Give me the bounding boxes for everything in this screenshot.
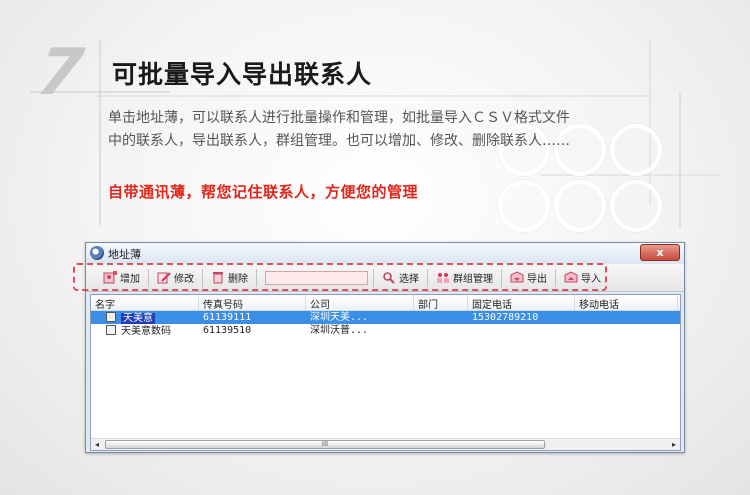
close-button[interactable]: x [640, 244, 680, 261]
decorative-ring [554, 180, 606, 232]
column-header[interactable]: 传真号码 [199, 295, 306, 310]
dept-cell [414, 324, 468, 337]
name-cell: 天美意数码 [91, 324, 199, 337]
contact-list[interactable]: 名字 传真号码 公司 部门 固定电话 移动电话 天美意 61139111 深圳天… [90, 294, 681, 451]
toolbar-separator [148, 268, 149, 287]
add-contact-icon [103, 271, 117, 284]
scroll-left-arrow[interactable]: ◂ [91, 439, 103, 451]
group-manage-label: 群组管理 [453, 274, 493, 285]
export-label: 导出 [527, 274, 547, 285]
contact-name: 天美意 [121, 313, 155, 324]
trash-icon [213, 272, 223, 284]
import-label: 导入 [581, 274, 601, 285]
scroll-thumb[interactable]: III [105, 440, 545, 449]
group-icon [437, 273, 449, 283]
toolbar-separator [501, 268, 502, 287]
horizontal-scrollbar[interactable]: ◂ III ▸ [91, 438, 680, 450]
window-title: 地址薄 [108, 248, 141, 261]
slogan: 自带通讯薄，帮您记住联系人，方便您的管理 [108, 183, 419, 201]
column-header[interactable]: 移动电话 [575, 295, 678, 310]
phone-cell [468, 324, 575, 337]
toolbar-separator [256, 268, 257, 287]
table-row[interactable]: 天美意 61139111 深圳天美... 15302789210 [91, 311, 680, 324]
address-book-window: 地址薄 x 增加 修改 删除 选择 群组管理 导出 导入 名字 传真号码 公司 … [85, 242, 685, 453]
fax-cell: 61139111 [203, 312, 252, 323]
decorative-ring [498, 180, 550, 232]
window-titlebar[interactable]: 地址薄 x [86, 243, 684, 263]
add-button[interactable]: 增加 [100, 267, 143, 289]
company-cell: 深圳天美... [310, 312, 369, 323]
contact-card-icon [106, 325, 116, 335]
feature-description: 单击地址薄，可以联系人进行批量操作和管理，如批量导入ＣＳＶ格式文件 中的联系人，… [108, 107, 668, 153]
toolbar-separator [202, 268, 203, 287]
table-row[interactable]: 天美意数码 61139510 深圳沃普... [91, 324, 680, 337]
export-button[interactable]: 导出 [507, 267, 550, 289]
select-label: 选择 [399, 274, 419, 285]
toolbar-separator [373, 268, 374, 287]
toolbar: 增加 修改 删除 选择 群组管理 导出 导入 [86, 264, 684, 292]
company-cell: 深圳沃普... [310, 325, 369, 336]
column-header[interactable]: 公司 [306, 295, 414, 310]
name-cell: 天美意 [91, 311, 199, 324]
edit-icon [157, 272, 171, 284]
toolbar-separator [427, 268, 428, 287]
column-header-row: 名字 传真号码 公司 部门 固定电话 移动电话 [91, 295, 680, 311]
description-line: 单击地址薄，可以联系人进行批量操作和管理，如批量导入ＣＳＶ格式文件 [108, 110, 570, 126]
fax-cell: 61139510 [203, 325, 252, 336]
column-header[interactable]: 名字 [91, 295, 199, 310]
decorative-ring [610, 180, 662, 232]
scroll-right-arrow[interactable]: ▸ [668, 439, 680, 451]
edit-button[interactable]: 修改 [154, 267, 197, 289]
add-label: 增加 [120, 274, 140, 285]
edit-label: 修改 [174, 274, 194, 285]
feature-title: 可批量导入导出联系人 [112, 60, 373, 89]
contact-card-icon [106, 312, 116, 322]
import-icon [564, 271, 578, 283]
select-button[interactable]: 选择 [379, 267, 422, 289]
description-line: 中的联系人，导出联系人，群组管理。也可以增加、修改、删除联系人…… [108, 133, 570, 149]
delete-button[interactable]: 删除 [208, 267, 251, 289]
delete-label: 删除 [228, 274, 248, 285]
phone-cell: 15302789210 [472, 312, 539, 323]
toolbar-separator [555, 268, 556, 287]
mobile-cell [575, 311, 678, 324]
export-icon [510, 271, 524, 283]
contact-name: 天美意数码 [121, 326, 171, 337]
dept-cell [414, 311, 468, 324]
column-header[interactable]: 部门 [414, 295, 468, 310]
column-header[interactable]: 固定电话 [468, 295, 575, 310]
import-button[interactable]: 导入 [561, 267, 604, 289]
step-number: 7 [32, 36, 86, 110]
mobile-cell [575, 324, 678, 337]
group-manage-button[interactable]: 群组管理 [433, 267, 496, 289]
search-input[interactable] [265, 270, 368, 285]
search-icon [383, 272, 395, 284]
address-book-icon [90, 246, 104, 260]
